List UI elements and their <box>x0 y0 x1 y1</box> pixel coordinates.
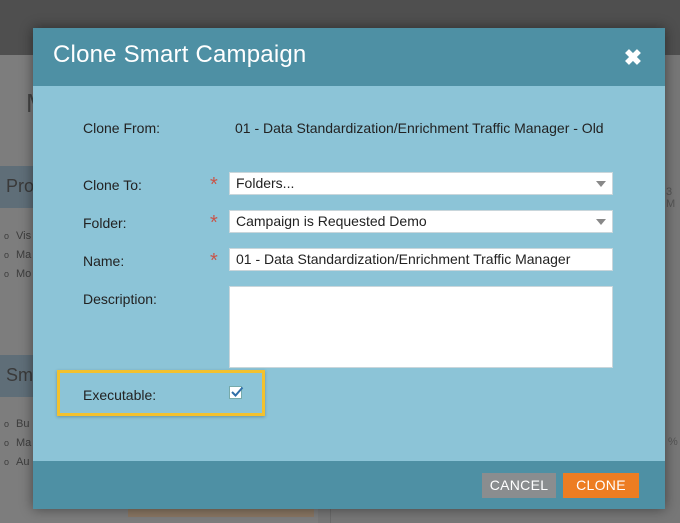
background-list-item: Bu <box>4 418 29 430</box>
folder-select[interactable]: Campaign is Requested Demo <box>229 210 613 233</box>
cancel-button[interactable]: CANCEL <box>482 473 556 498</box>
background-section-label: Sm <box>6 365 33 385</box>
name-label: Name: <box>83 253 125 269</box>
background-section-label: Pro <box>6 176 35 196</box>
clone-to-value: Folders... <box>236 175 295 191</box>
dialog-footer: CANCEL CLONE <box>33 461 665 509</box>
dialog-header: Clone Smart Campaign ✖ <box>33 28 665 86</box>
background-list-item: Au <box>4 456 29 468</box>
chevron-down-icon <box>596 219 606 225</box>
close-icon[interactable]: ✖ <box>621 46 645 70</box>
clone-to-select[interactable]: Folders... <box>229 172 613 195</box>
executable-checkbox[interactable] <box>229 386 244 399</box>
background-right-fragment: 3 M <box>666 186 676 210</box>
folder-label: Folder: <box>83 215 127 231</box>
required-marker: * <box>210 174 218 196</box>
clone-from-value: 01 - Data Standardization/Enrichment Tra… <box>235 120 604 136</box>
background-right-fragment: % <box>668 436 678 448</box>
dialog-title: Clone Smart Campaign <box>53 41 307 68</box>
clone-to-label: Clone To: <box>83 177 142 193</box>
folder-value: Campaign is Requested Demo <box>236 213 427 229</box>
name-input[interactable]: 01 - Data Standardization/Enrichment Tra… <box>229 248 613 271</box>
background-list-item: Ma <box>4 249 31 261</box>
background-list-item: Mo <box>4 268 31 280</box>
check-icon <box>231 386 244 397</box>
required-marker: * <box>210 212 218 234</box>
description-textarea[interactable] <box>229 286 613 368</box>
background-list-item: Vis <box>4 230 31 242</box>
clone-from-label: Clone From: <box>83 120 161 136</box>
required-marker: * <box>210 250 218 272</box>
clone-button[interactable]: CLONE <box>563 473 639 498</box>
clone-smart-campaign-dialog: Clone Smart Campaign ✖ Clone From: 01 - … <box>33 28 665 509</box>
chevron-down-icon <box>596 181 606 187</box>
background-section-head-1: Pro <box>0 166 34 208</box>
description-label: Description: <box>83 291 157 307</box>
executable-label: Executable: <box>83 387 157 403</box>
background-list-item: Ma <box>4 437 31 449</box>
background-section-head-2: Sm <box>0 355 34 397</box>
name-value: 01 - Data Standardization/Enrichment Tra… <box>236 251 571 267</box>
background-bottom-bar <box>128 509 314 517</box>
